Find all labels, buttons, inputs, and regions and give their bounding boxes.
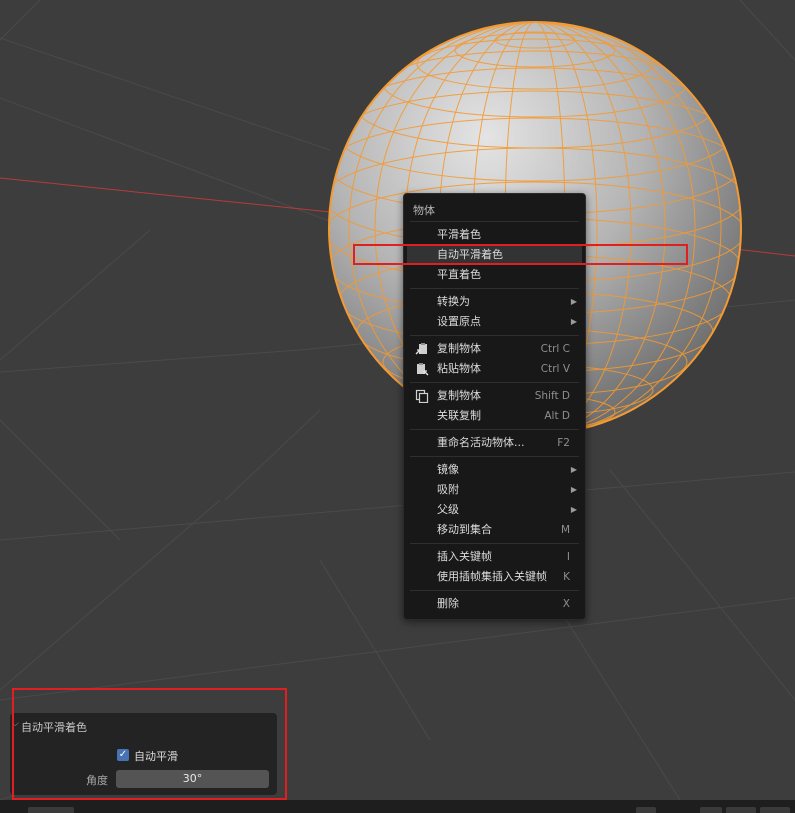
menu-item-parent[interactable]: 父级 ▶: [407, 500, 582, 520]
status-bar-widget[interactable]: [636, 807, 656, 813]
menu-separator: [410, 590, 579, 591]
status-bar-widget[interactable]: [700, 807, 722, 813]
menu-item-shortcut: K: [563, 571, 570, 583]
menu-item-rename-active-object[interactable]: 重命名活动物体... F2: [407, 433, 582, 453]
menu-item-label: 重命名活动物体...: [437, 436, 525, 449]
status-bar-widget[interactable]: [760, 807, 790, 813]
copy-clipboard-icon: [415, 343, 427, 355]
menu-separator: [410, 335, 579, 336]
menu-item-shortcut: Ctrl V: [540, 363, 570, 375]
menu-separator: [410, 456, 579, 457]
menu-item-label: 平直着色: [437, 268, 481, 281]
menu-item-delete[interactable]: 删除 X: [407, 594, 582, 614]
paste-clipboard-icon: [417, 363, 429, 376]
menu-item-label: 父级: [437, 503, 459, 516]
menu-item-duplicate-objects[interactable]: 复制物体 Shift D: [407, 386, 582, 406]
menu-item-shortcut: F2: [557, 437, 570, 449]
menu-separator: [410, 382, 579, 383]
submenu-arrow-icon: ▶: [570, 297, 577, 306]
3d-viewport[interactable]: [0, 0, 795, 800]
menu-item-label: 设置原点: [437, 315, 481, 328]
menu-item-move-to-collection[interactable]: 移动到集合 M: [407, 520, 582, 540]
menu-item-label: 镜像: [437, 463, 459, 476]
menu-separator: [410, 543, 579, 544]
menu-item-label: 插入关键帧: [437, 550, 492, 563]
menu-item-label: 删除: [437, 597, 459, 610]
menu-item-shade-smooth[interactable]: 平滑着色: [407, 225, 582, 245]
menu-item-insert-keyframe-with-keying-set[interactable]: 使用插帧集插入关键帧 K: [407, 567, 582, 587]
menu-item-mirror[interactable]: 镜像 ▶: [407, 460, 582, 480]
annotation-highlight-menu-item: [353, 244, 688, 265]
status-bar: [0, 800, 795, 813]
menu-item-duplicate-linked[interactable]: 关联复制 Alt D: [407, 406, 582, 426]
menu-item-shade-flat[interactable]: 平直着色: [407, 265, 582, 285]
menu-item-insert-keyframe[interactable]: 插入关键帧 I: [407, 547, 582, 567]
submenu-arrow-icon: ▶: [570, 505, 577, 514]
menu-item-snap[interactable]: 吸附 ▶: [407, 480, 582, 500]
menu-title: 物体: [413, 204, 435, 217]
menu-item-label: 粘贴物体: [437, 362, 481, 375]
menu-item-label: 平滑着色: [437, 228, 481, 241]
menu-item-label: 复制物体: [437, 389, 481, 402]
menu-item-label: 转换为: [437, 295, 470, 308]
menu-separator: [410, 221, 579, 222]
menu-item-shortcut: M: [560, 524, 570, 536]
menu-separator: [410, 288, 579, 289]
status-bar-widget[interactable]: [28, 807, 74, 813]
duplicate-icon: [415, 389, 429, 403]
submenu-arrow-icon: ▶: [570, 485, 577, 494]
annotation-highlight-operation-panel: [12, 688, 287, 800]
menu-item-label: 使用插帧集插入关键帧: [437, 570, 547, 583]
menu-item-shortcut: Shift D: [534, 390, 570, 402]
menu-separator: [410, 429, 579, 430]
menu-item-label: 移动到集合: [437, 523, 492, 536]
menu-item-label: 复制物体: [437, 342, 481, 355]
menu-item-shortcut: I: [566, 551, 570, 563]
submenu-arrow-icon: ▶: [570, 465, 577, 474]
menu-item-paste-objects[interactable]: 粘贴物体 Ctrl V: [407, 359, 582, 379]
menu-item-copy-objects[interactable]: 复制物体 Ctrl C: [407, 339, 582, 359]
submenu-arrow-icon: ▶: [570, 317, 577, 326]
menu-item-set-origin[interactable]: 设置原点 ▶: [407, 312, 582, 332]
menu-item-shortcut: Ctrl C: [540, 343, 570, 355]
status-bar-widget[interactable]: [726, 807, 756, 813]
menu-item-shortcut: X: [562, 598, 570, 610]
menu-item-label: 吸附: [437, 483, 459, 496]
menu-item-label: 关联复制: [437, 409, 481, 422]
menu-item-convert-to[interactable]: 转换为 ▶: [407, 292, 582, 312]
menu-item-shortcut: Alt D: [544, 410, 570, 422]
